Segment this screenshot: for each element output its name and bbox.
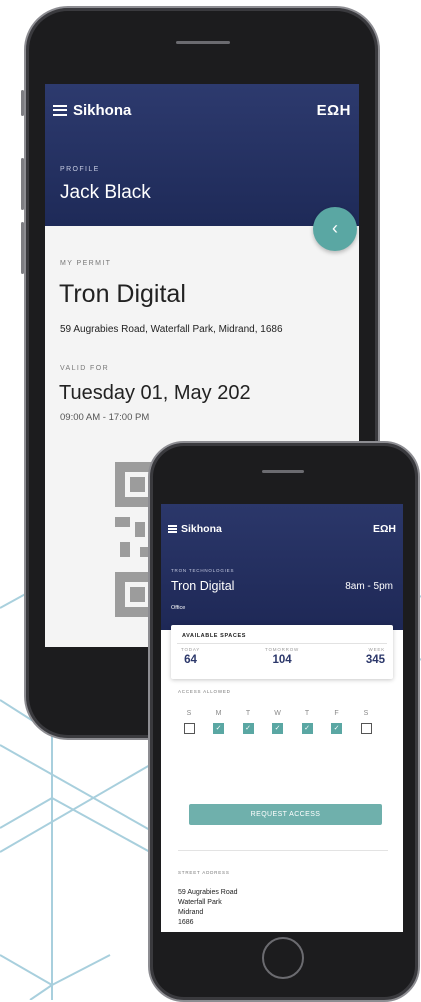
chevron-left-icon: ‹ <box>332 218 338 238</box>
tomorrow-label: TOMORROW <box>265 647 300 652</box>
today-stat: TODAY 64 <box>181 647 200 666</box>
office-hours: 8am - 5pm <box>345 581 393 592</box>
available-spaces-title: AVAILABLE SPACES <box>182 633 246 639</box>
tomorrow-value: 104 <box>272 654 292 666</box>
permit-company: Tron Digital <box>59 280 186 308</box>
day-label: M <box>215 710 222 717</box>
week-value: 345 <box>365 654 385 666</box>
check-icon[interactable]: ✓ <box>213 723 224 734</box>
small-phone-frame: Sikhona EΩH TRON TECHNOLOGIES Tron Digit… <box>148 441 420 1002</box>
earpiece-speaker <box>262 470 304 473</box>
section-divider <box>178 850 388 851</box>
app-bar: Sikhona EΩH <box>45 84 359 136</box>
app-bar: Sikhona EΩH <box>161 504 403 554</box>
card-divider <box>177 643 387 644</box>
hamburger-icon[interactable] <box>168 525 177 533</box>
check-icon[interactable]: ✓ <box>331 723 342 734</box>
back-button[interactable]: ‹ <box>313 207 357 251</box>
week-label: WEEK <box>368 647 385 652</box>
small-phone-screen: Sikhona EΩH TRON TECHNOLOGIES Tron Digit… <box>161 504 403 932</box>
home-button[interactable] <box>262 937 304 979</box>
permit-date: Tuesday 01, May 202 <box>59 382 251 404</box>
company-name: Tron Digital <box>171 579 235 593</box>
street-address-label: STREET ADDRESS <box>178 870 230 875</box>
brand-logo: EΩH <box>316 101 351 119</box>
profile-header: Sikhona EΩH PROFILE Jack Black <box>45 84 359 226</box>
street-line: 59 Augrabies Road <box>178 889 238 896</box>
permit-label: MY PERMIT <box>60 260 112 267</box>
valid-for-label: VALID FOR <box>60 365 110 372</box>
day-checkbox[interactable] <box>360 723 372 734</box>
today-label: TODAY <box>181 647 201 652</box>
check-icon[interactable]: ✓ <box>242 723 254 734</box>
app-title: Sikhona <box>73 101 132 119</box>
earpiece-speaker <box>176 41 230 44</box>
profile-name: Jack Black <box>60 182 151 203</box>
mute-switch <box>21 90 24 116</box>
office-header: Sikhona EΩH TRON TECHNOLOGIES Tron Digit… <box>161 504 403 630</box>
tomorrow-stat: TOMORROW 104 <box>265 647 299 666</box>
request-access-button[interactable]: REQUEST ACCESS <box>189 804 382 825</box>
day-label: W <box>274 710 281 717</box>
check-icon[interactable]: ✓ <box>301 723 313 734</box>
day-label: F <box>334 710 339 717</box>
day-tuesday[interactable]: T ✓ <box>242 710 254 734</box>
brand-logo: EΩH <box>372 523 396 535</box>
street-line: Waterfall Park <box>178 899 222 906</box>
street-line: 1686 <box>178 919 194 926</box>
permit-address: 59 Augrabies Road, Waterfall Park, Midra… <box>60 324 283 335</box>
day-label: S <box>363 710 369 717</box>
day-checkbox[interactable] <box>183 723 195 734</box>
volume-down-button <box>21 222 24 274</box>
street-line: Midrand <box>178 909 204 916</box>
day-wednesday[interactable]: W ✓ <box>272 710 284 734</box>
day-label: T <box>304 710 310 717</box>
day-saturday[interactable]: S <box>360 710 372 734</box>
hamburger-icon[interactable] <box>53 104 67 116</box>
day-monday[interactable]: M ✓ <box>213 710 225 734</box>
day-sunday[interactable]: S <box>183 710 195 734</box>
app-title: Sikhona <box>181 523 222 535</box>
volume-up-button <box>21 158 24 210</box>
day-label: S <box>186 710 192 717</box>
space-type: Office <box>171 605 186 611</box>
permit-time-range: 09:00 AM - 17:00 PM <box>60 412 150 423</box>
check-icon[interactable]: ✓ <box>272 723 283 734</box>
available-spaces-card: AVAILABLE SPACES TODAY 64 TOMORROW 104 W… <box>171 625 393 679</box>
day-thursday[interactable]: T ✓ <box>301 710 313 734</box>
company-label: TRON TECHNOLOGIES <box>171 568 235 573</box>
profile-label: PROFILE <box>60 166 100 173</box>
day-label: T <box>245 710 251 717</box>
day-friday[interactable]: F ✓ <box>331 710 343 734</box>
week-stat: WEEK 345 <box>366 647 385 666</box>
access-allowed-label: ACCESS ALLOWED <box>178 689 231 694</box>
today-value: 64 <box>184 654 197 666</box>
